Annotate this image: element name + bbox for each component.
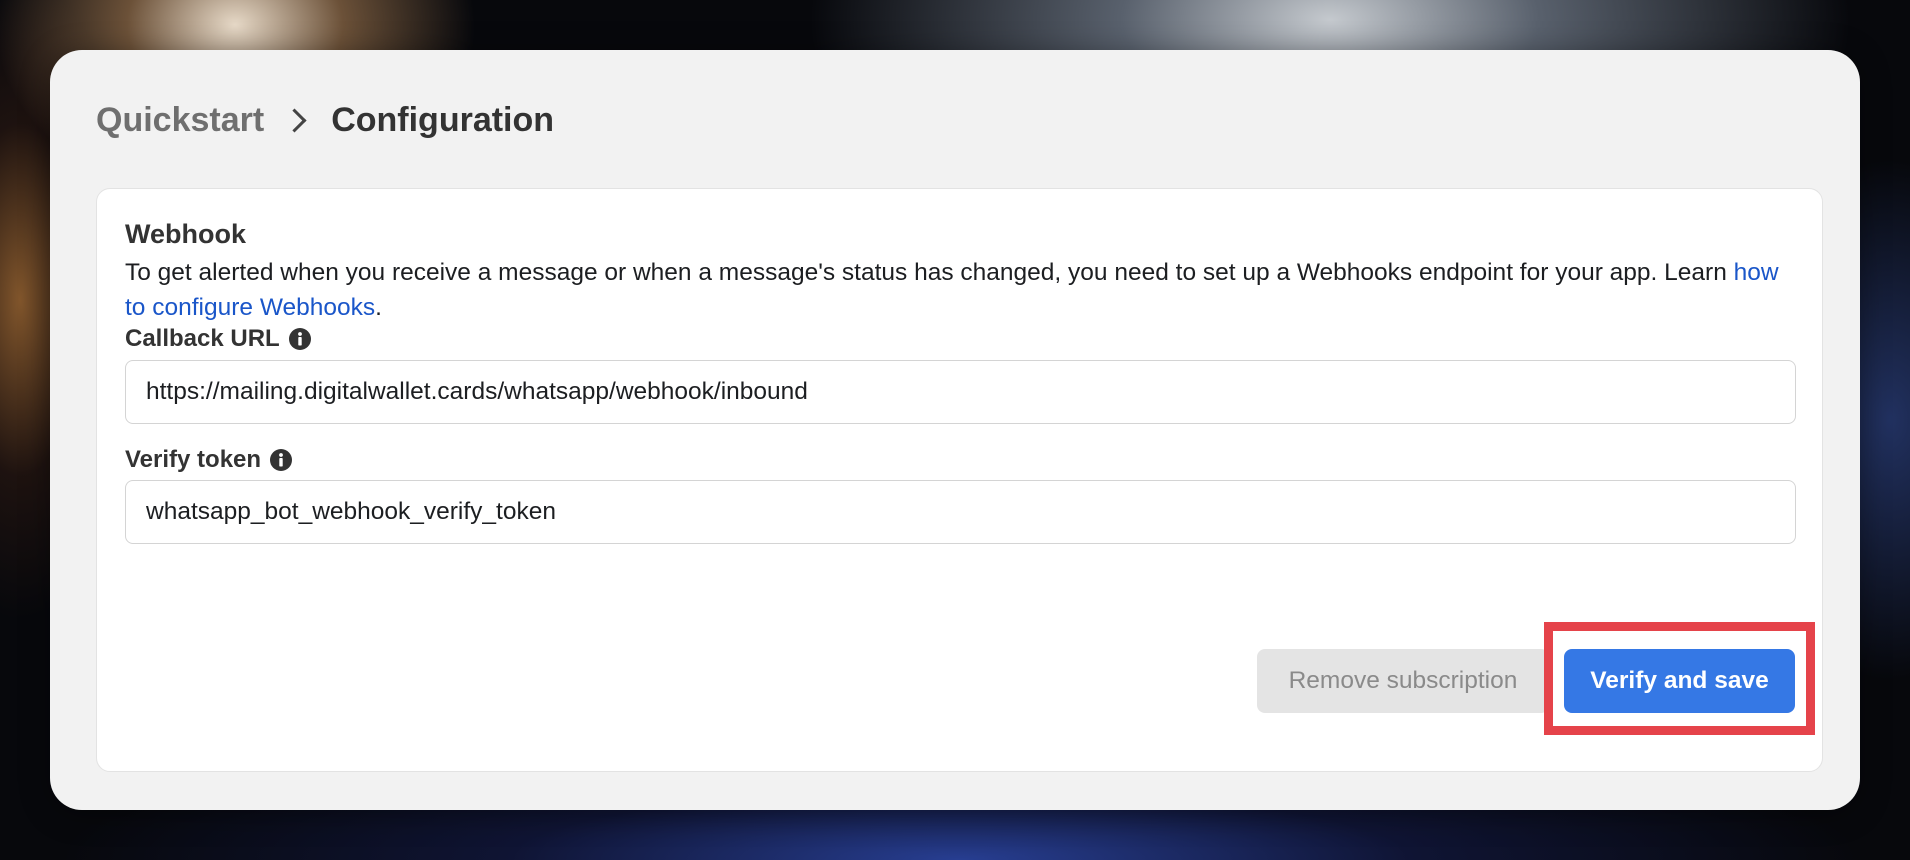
verify-token-input[interactable] (125, 480, 1796, 544)
chevron-right-icon (282, 107, 307, 133)
webhook-description: To get alerted when you receive a messag… (125, 255, 1785, 325)
callback-url-label: Callback URL (125, 324, 311, 354)
verify-and-save-button[interactable]: Verify and save (1564, 649, 1795, 713)
verify-token-label-text: Verify token (125, 446, 262, 473)
remove-subscription-button[interactable]: Remove subscription (1257, 649, 1549, 713)
webhook-title: Webhook (125, 219, 246, 249)
configuration-window: Quickstart Configuration Webhook To get … (50, 50, 1860, 810)
verify-token-label: Verify token (125, 445, 293, 475)
breadcrumb: Quickstart Configuration (96, 100, 554, 140)
callback-url-input[interactable] (125, 360, 1796, 424)
info-icon[interactable] (270, 449, 293, 471)
webhook-card: Webhook To get alerted when you receive … (96, 188, 1823, 772)
page-title: Configuration (331, 100, 555, 139)
webhook-description-end: . (375, 294, 382, 321)
info-icon[interactable] (288, 328, 311, 350)
webhook-description-text: To get alerted when you receive a messag… (125, 259, 1734, 286)
breadcrumb-quickstart[interactable]: Quickstart (96, 101, 264, 140)
callback-url-label-text: Callback URL (125, 325, 280, 352)
